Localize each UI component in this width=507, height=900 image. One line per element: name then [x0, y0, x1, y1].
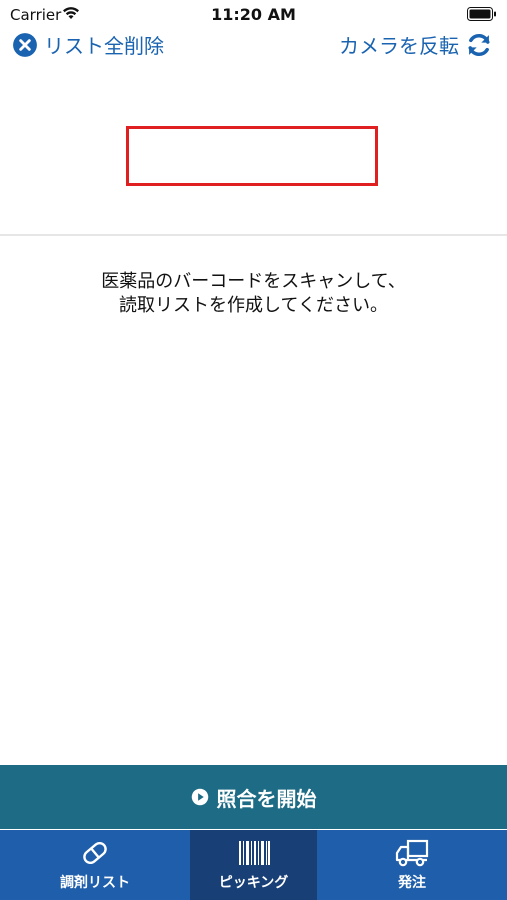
truck-icon [395, 839, 429, 867]
tab-label: ピッキング [218, 875, 289, 891]
clear-list-button[interactable]: リスト全削除 [12, 30, 164, 59]
flip-camera-button[interactable]: カメラを反転 [339, 30, 493, 59]
close-circle-icon [13, 32, 37, 57]
navigation-bar: リスト全削除 カメラを反転 [0, 26, 507, 66]
start-matching-button[interactable]: 照合を開始 [0, 765, 507, 829]
tab-picking[interactable]: ピッキング [190, 830, 317, 900]
clear-list-label: リスト全削除 [44, 34, 164, 58]
tab-bar: 調剤リスト ピッキング 発注 [0, 830, 507, 900]
battery-icon [467, 7, 496, 21]
start-matching-label: 照合を開始 [216, 786, 317, 811]
instruction-line-2: 読取リストを作成してください。 [119, 295, 388, 316]
camera-preview [0, 80, 507, 236]
flip-camera-label: カメラを反転 [339, 34, 459, 58]
tab-ordering[interactable]: 発注 [317, 830, 507, 900]
pill-icon [83, 841, 107, 865]
barcode-icon [238, 841, 270, 865]
tab-label: 発注 [398, 875, 426, 891]
scan-target-frame [126, 126, 378, 186]
refresh-icon [468, 33, 490, 56]
tab-label: 調剤リスト [60, 875, 130, 891]
tab-dispensing-list[interactable]: 調剤リスト [0, 830, 190, 900]
status-time: 11:20 AM [211, 5, 296, 24]
instruction-line-1: 医薬品のバーコードをスキャンして、 [101, 271, 406, 292]
play-circle-icon [191, 788, 208, 806]
scan-instructions: 医薬品のバーコードをスキャンして、 読取リストを作成してください。 [0, 270, 507, 318]
